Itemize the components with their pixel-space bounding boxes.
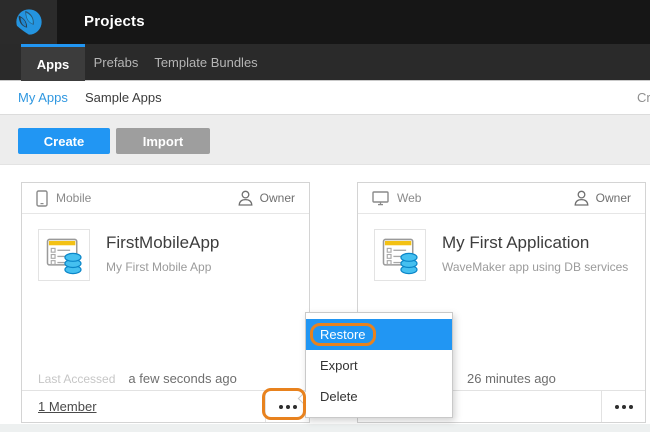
menu-item-delete[interactable]: Delete bbox=[306, 381, 452, 412]
database-icon bbox=[401, 253, 417, 273]
app-description: My First Mobile App bbox=[106, 260, 219, 274]
app-name-link[interactable]: FirstMobileApp bbox=[106, 233, 219, 253]
last-accessed-value: a few seconds ago bbox=[128, 371, 236, 386]
app-texts: FirstMobileApp My First Mobile App bbox=[106, 233, 219, 281]
web-icon bbox=[372, 191, 389, 206]
app-description: WaveMaker app using DB services bbox=[442, 260, 628, 274]
truncated-right-control[interactable]: Cr bbox=[637, 82, 650, 114]
import-button[interactable]: Import bbox=[116, 128, 210, 154]
tab-prefabs[interactable]: Prefabs bbox=[88, 44, 144, 81]
tab-template-bundles[interactable]: Template Bundles bbox=[148, 44, 264, 81]
card-body: FirstMobileApp My First Mobile App bbox=[38, 229, 301, 281]
person-icon bbox=[574, 190, 589, 206]
last-accessed-label: Last Accessed bbox=[38, 372, 115, 386]
database-icon bbox=[65, 253, 81, 273]
last-accessed-value: 26 minutes ago bbox=[467, 371, 556, 386]
subnav-my-apps[interactable]: My Apps bbox=[18, 82, 68, 114]
platform-label: Web bbox=[397, 191, 421, 205]
card-header: Web Owner bbox=[358, 183, 645, 214]
role-label: Owner bbox=[596, 191, 631, 205]
restore-highlight-annotation: Restore bbox=[310, 323, 376, 346]
app-thumbnail-icon[interactable] bbox=[38, 229, 90, 281]
card-header: Mobile Owner bbox=[22, 183, 309, 214]
last-accessed-row: Last Accessed a few seconds ago bbox=[38, 371, 237, 386]
create-button[interactable]: Create bbox=[18, 128, 110, 154]
menu-item-restore[interactable]: Restore bbox=[306, 319, 452, 350]
card-menu-button[interactable] bbox=[601, 391, 645, 422]
ellipsis-icon bbox=[279, 405, 283, 409]
person-icon bbox=[238, 190, 253, 206]
bottom-strip bbox=[0, 424, 650, 432]
mobile-icon bbox=[36, 190, 48, 207]
main-tab-bar: Apps Prefabs Template Bundles bbox=[0, 44, 650, 81]
role-label: Owner bbox=[260, 191, 295, 205]
app-thumbnail-icon[interactable] bbox=[374, 229, 426, 281]
app-name-link[interactable]: My First Application bbox=[442, 233, 628, 253]
card-body: My First Application WaveMaker app using… bbox=[374, 229, 637, 281]
owner-badge: Owner bbox=[238, 190, 295, 206]
owner-badge: Owner bbox=[574, 190, 631, 206]
tab-apps[interactable]: Apps bbox=[21, 44, 85, 81]
platform-label: Mobile bbox=[56, 191, 91, 205]
action-bar: Create Import bbox=[0, 114, 650, 165]
projects-page: Projects Apps Prefabs Template Bundles M… bbox=[0, 0, 650, 432]
members-link[interactable]: 1 Member bbox=[38, 399, 97, 414]
page-title: Projects bbox=[84, 0, 145, 44]
wavemaker-logo-icon bbox=[14, 7, 44, 37]
app-texts: My First Application WaveMaker app using… bbox=[442, 233, 628, 281]
logo-button[interactable] bbox=[0, 0, 57, 44]
subnav-sample-apps[interactable]: Sample Apps bbox=[85, 82, 162, 114]
card-footer: 1 Member bbox=[22, 390, 309, 422]
ellipsis-icon bbox=[615, 405, 619, 409]
context-menu: Restore Export Delete bbox=[305, 312, 453, 418]
sub-nav: My Apps Sample Apps Cr bbox=[0, 82, 650, 114]
menu-item-export[interactable]: Export bbox=[306, 350, 452, 381]
top-bar: Projects bbox=[0, 0, 650, 44]
app-card-mobile: Mobile Owner bbox=[21, 182, 310, 423]
